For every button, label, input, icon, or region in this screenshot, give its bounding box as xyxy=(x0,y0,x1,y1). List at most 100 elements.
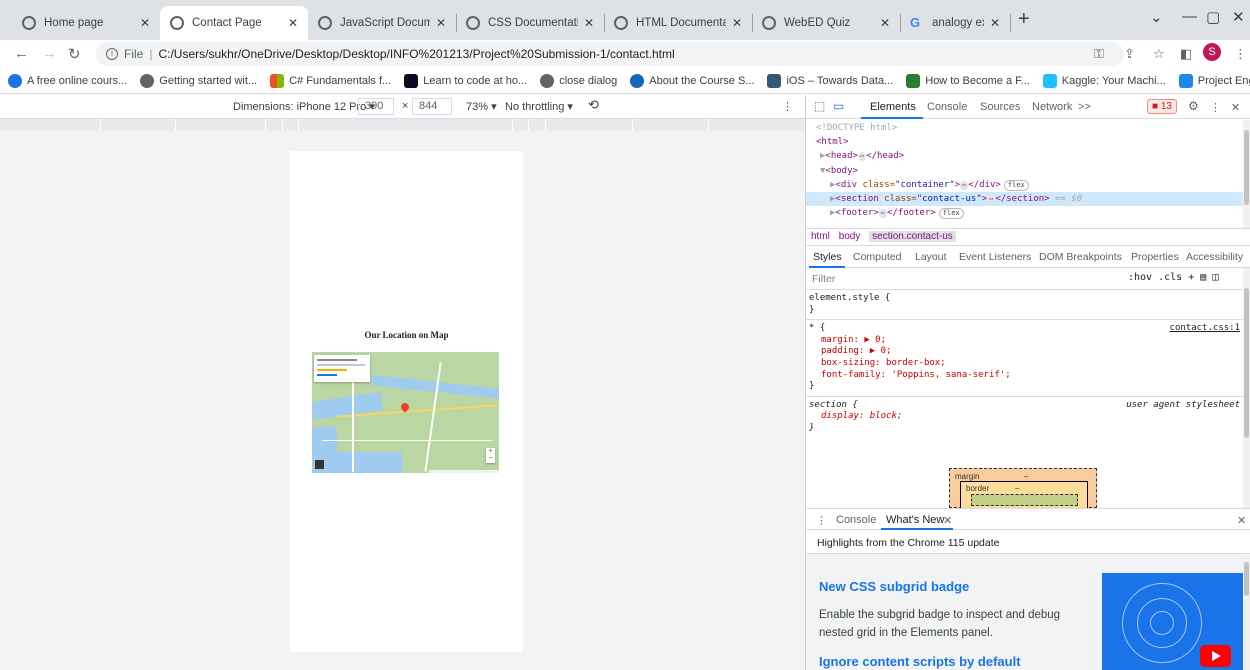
bookmark-item[interactable]: Learn to code at ho... xyxy=(404,73,527,88)
tab-html-documentation[interactable]: HTML Documentation ✕ xyxy=(604,6,752,40)
map-info-card[interactable] xyxy=(314,355,370,382)
dom-scrollbar[interactable] xyxy=(1243,120,1250,228)
dom-node[interactable]: ▶<head> ⋯ </head> xyxy=(806,149,1244,163)
sidebar-toggle-icon[interactable]: ◫ xyxy=(1212,272,1218,283)
styles-scrollbar[interactable] xyxy=(1243,268,1250,508)
close-icon[interactable]: ✕ xyxy=(288,16,298,30)
window-close-icon[interactable]: ✕ xyxy=(1232,8,1245,26)
dom-node[interactable]: <!DOCTYPE html> xyxy=(806,121,1244,135)
more-options-icon[interactable]: ⋮ xyxy=(782,100,793,113)
dom-node[interactable]: ▼<body> xyxy=(806,164,1244,178)
css-property[interactable]: padding: ▶ 0; xyxy=(821,346,1240,358)
whats-new-video-thumbnail[interactable] xyxy=(1102,573,1244,670)
device-toggle-icon[interactable]: ▭ xyxy=(833,99,844,113)
dom-node[interactable]: ▶<footer> ⋯ </footer> flex xyxy=(806,206,1244,220)
box-border-value[interactable]: – xyxy=(1015,484,1019,493)
tab-elements[interactable]: Elements xyxy=(870,101,916,113)
scrollbar-thumb[interactable] xyxy=(1244,130,1249,205)
ellipsis-badge[interactable]: ⋯ xyxy=(878,209,887,219)
close-icon[interactable]: ✕ xyxy=(732,16,742,30)
bookmark-item[interactable]: Project English Clas... xyxy=(1178,73,1250,88)
inspect-element-icon[interactable]: ⬚ xyxy=(814,99,825,113)
drawer-tab-whats-new[interactable]: What's New xyxy=(886,514,944,526)
dom-node-selected[interactable]: ▶<section class="contact-us"> ⋯ </section>… xyxy=(806,191,1244,207)
tab-home-page[interactable]: Home page ✕ xyxy=(12,6,160,40)
drawer-tab-close-icon[interactable]: ✕ xyxy=(943,514,952,527)
drawer-tab-console[interactable]: Console xyxy=(836,514,876,526)
feature-title-link[interactable]: Ignore content scripts by default xyxy=(819,654,1021,669)
tab-webed-quiz[interactable]: WebED Quiz ✕ xyxy=(752,6,900,40)
map-satellite-thumbnail[interactable] xyxy=(315,460,324,469)
hov-cls-toggles[interactable]: :hov .cls xyxy=(1128,272,1182,283)
rule-source-link[interactable]: contact.css:1 xyxy=(1170,323,1240,335)
bookmark-item[interactable]: About the Course S... xyxy=(630,73,754,88)
settings-gear-icon[interactable]: ⚙ xyxy=(1188,99,1199,113)
tab-network[interactable]: Network xyxy=(1032,101,1072,113)
scrollbar-thumb[interactable] xyxy=(1244,562,1249,596)
flex-badge[interactable]: flex xyxy=(938,208,964,220)
breadcrumb-html[interactable]: html xyxy=(811,231,830,242)
flex-badge[interactable]: flex xyxy=(1003,179,1029,191)
bookmark-item[interactable]: A free online cours... xyxy=(8,73,127,88)
tab-properties[interactable]: Properties xyxy=(1131,251,1179,263)
tab-dom-breakpoints[interactable]: DOM Breakpoints xyxy=(1039,251,1122,263)
bookmark-item[interactable]: iOS – Towards Data... xyxy=(767,73,893,88)
new-tab-plus-icon[interactable]: + xyxy=(1018,8,1030,31)
rule-element-style[interactable]: element.style { } xyxy=(806,290,1244,321)
embedded-google-map[interactable]: + − xyxy=(312,352,499,473)
bookmark-item[interactable]: Kaggle: Your Machi... xyxy=(1042,73,1166,88)
youtube-play-icon[interactable] xyxy=(1200,645,1231,667)
issues-badge[interactable]: ■ 13 xyxy=(1147,99,1177,114)
dom-node[interactable]: <html> xyxy=(806,135,1244,149)
devtools-menu-icon[interactable]: ⋮ xyxy=(1210,101,1221,114)
tab-styles[interactable]: Styles xyxy=(813,251,842,263)
scrollbar-thumb[interactable] xyxy=(1244,288,1249,438)
css-property[interactable]: font-family: 'Poppins, sana-serif'; xyxy=(821,370,1240,382)
close-icon[interactable]: ✕ xyxy=(436,16,446,30)
bookmark-item[interactable]: close dialog xyxy=(540,73,617,88)
whats-new-scrollbar[interactable] xyxy=(1243,554,1250,670)
box-margin-value[interactable]: – xyxy=(1024,472,1028,481)
restore-icon[interactable]: ▢ xyxy=(1206,8,1220,26)
tab-computed[interactable]: Computed xyxy=(853,251,901,263)
share-icon[interactable]: ⇪ xyxy=(1124,46,1135,62)
bookmark-item[interactable]: C# Fundamentals f... xyxy=(270,73,391,88)
profile-avatar[interactable]: S xyxy=(1203,43,1221,61)
rule-universal[interactable]: contact.css:1 * { margin: ▶ 0; padding: … xyxy=(806,320,1244,397)
address-bar[interactable]: i File | C:/Users/sukhr/OneDrive/Desktop… xyxy=(96,42,1124,66)
dom-node[interactable]: ▶<div class="container"> ⋯ </div> flex xyxy=(806,178,1244,192)
forward-arrow-icon[interactable]: → xyxy=(42,45,57,62)
more-tabs[interactable]: >> xyxy=(1078,101,1091,113)
rule-section[interactable]: user agent stylesheet section { display:… xyxy=(806,397,1244,438)
zoom-select[interactable]: 73% ▾ xyxy=(466,100,497,113)
drawer-menu-icon[interactable]: ⋮ xyxy=(816,514,827,527)
devtools-close-icon[interactable]: ✕ xyxy=(1231,101,1240,114)
height-input[interactable]: 844 xyxy=(412,98,452,115)
close-icon[interactable]: ✕ xyxy=(880,16,890,30)
close-icon[interactable]: ✕ xyxy=(140,16,150,30)
feature-title-link[interactable]: New CSS subgrid badge xyxy=(819,579,969,594)
tab-css-documentation[interactable]: CSS Documentation ✕ xyxy=(456,6,604,40)
breadcrumb-section[interactable]: section.contact-us xyxy=(869,231,956,242)
width-input[interactable]: 390 xyxy=(358,98,394,115)
tab-sources[interactable]: Sources xyxy=(980,101,1020,113)
paint-icon[interactable]: ▤ xyxy=(1200,272,1206,283)
tab-console[interactable]: Console xyxy=(927,101,967,113)
reload-icon[interactable]: ↻ xyxy=(68,45,81,63)
device-dimensions-select[interactable]: Dimensions: iPhone 12 Pro ▾ xyxy=(233,100,375,113)
tab-accessibility[interactable]: Accessibility xyxy=(1186,251,1243,263)
close-icon[interactable]: ✕ xyxy=(584,16,594,30)
password-key-icon[interactable]: ⚿ xyxy=(1094,46,1104,62)
info-icon[interactable]: i xyxy=(106,48,118,60)
map-zoom-controls[interactable]: + − xyxy=(486,448,495,463)
css-property[interactable]: box-sizing: border-box; xyxy=(821,358,1240,370)
bookmark-star-icon[interactable]: ☆ xyxy=(1153,46,1165,62)
back-arrow-icon[interactable]: ← xyxy=(14,45,29,62)
breadcrumb-body[interactable]: body xyxy=(839,231,861,242)
tab-analogy-examples[interactable]: G analogy examples - G ✕ xyxy=(900,6,1010,40)
filter-input[interactable]: Filter xyxy=(812,273,835,285)
close-icon[interactable]: ✕ xyxy=(990,16,1000,30)
rotate-icon[interactable]: ⟲ xyxy=(588,97,599,113)
tab-contact-page[interactable]: Contact Page ✕ xyxy=(160,6,308,40)
bookmark-item[interactable]: How to Become a F... xyxy=(906,73,1030,88)
